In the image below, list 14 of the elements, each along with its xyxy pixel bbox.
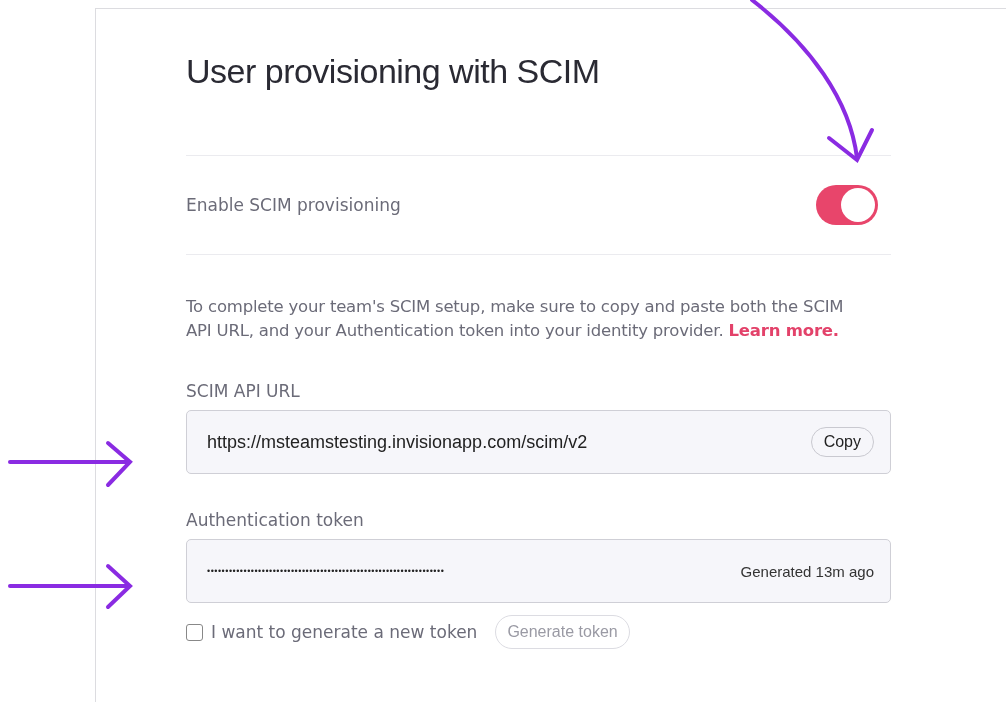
learn-more-link[interactable]: Learn more.: [728, 321, 839, 340]
checkbox-label: I want to generate a new token: [211, 622, 478, 642]
toggle-switch[interactable]: [816, 185, 878, 225]
copy-button[interactable]: Copy: [810, 427, 874, 457]
field-label: Authentication token: [186, 510, 365, 530]
description-text: To complete your team's SCIM setup, make sure to copy and paste both the SCIM API URL, and your Authentication token into your identity provider. Learn more.: [186, 296, 845, 342]
page-title: User provisioning with SCIM: [186, 51, 601, 92]
masked-token: •••••••••••••••••••••••••••••••••••••••••••••••••••••••••••••••••: [207, 566, 445, 576]
url-value: https://msteamstesting.invisionapp.com/scim/v2: [207, 431, 588, 453]
toggle-label: Enable SCIM provisioning: [186, 195, 401, 215]
token-field[interactable]: ••••••••••••••••••••••••••••••••••••••••••••••••••••••••••••••••• Generated 13m ago: [186, 539, 891, 603]
field-label: SCIM API URL: [186, 381, 301, 401]
api-url-field[interactable]: https://msteamstesting.invisionapp.com/scim/v2 Copy: [186, 410, 891, 474]
generated-time: Generated 13m ago: [740, 562, 874, 580]
